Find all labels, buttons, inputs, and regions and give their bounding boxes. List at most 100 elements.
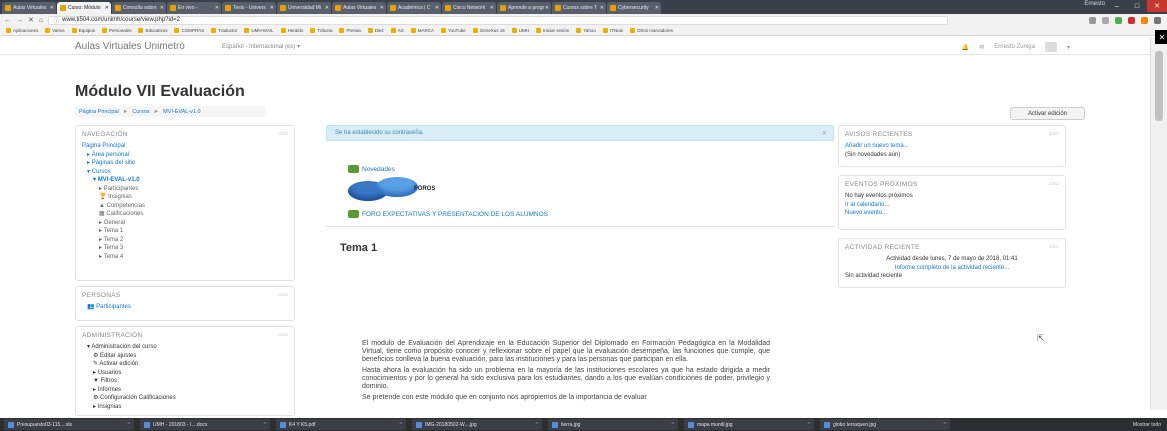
breadcrumb-item[interactable]: Página Principal [79, 109, 119, 115]
url-input[interactable]: ⓘ www.ti504.com/unimh/course/view.php?id=… [48, 15, 949, 25]
bookmark-item[interactable]: Personales [101, 28, 131, 33]
key-icon[interactable] [1089, 16, 1096, 24]
bookmark-item[interactable]: YouTube [441, 28, 466, 33]
bookmark-item[interactable]: Heraldo [280, 28, 303, 33]
chevron-up-icon[interactable]: ^ [128, 422, 130, 428]
tab-close-icon[interactable]: ✕ [600, 5, 604, 11]
tab-close-icon[interactable]: ✕ [160, 5, 164, 11]
stop-icon[interactable]: ✕ [28, 16, 34, 24]
bookmark-item[interactable]: UMH [511, 28, 529, 33]
maximize-icon[interactable]: □ [1127, 0, 1147, 12]
bookmark-item[interactable]: AS [390, 28, 404, 33]
chevron-up-icon[interactable]: ^ [264, 422, 266, 428]
filters-item[interactable]: ▼ Filtros [82, 377, 288, 386]
nav-item[interactable]: ▸ General [82, 219, 288, 228]
block-controls-icon[interactable]: ▭▭ [1049, 244, 1059, 251]
users-item[interactable]: ▸ Usuarios [82, 369, 288, 378]
bookmark-item[interactable]: COMPRAS [174, 28, 204, 33]
download-item[interactable]: K4 Y K5.pdf ^ [276, 419, 406, 430]
grades-config-item[interactable]: ⚙ Configuración Calificaciones [82, 394, 288, 403]
back-icon[interactable]: ← [4, 17, 11, 24]
bookmark-item[interactable]: Equipos [71, 28, 95, 33]
home-icon[interactable]: ⌂ [39, 17, 43, 24]
block-controls-icon[interactable]: ▭▭ [278, 131, 288, 138]
browser-tab[interactable]: Aprende a progr ✕ [497, 2, 551, 14]
browser-tab[interactable]: Aulas Virtuales ✕ [2, 2, 56, 14]
tab-close-icon[interactable]: ✕ [655, 5, 659, 11]
download-item[interactable]: Presupuesto03-115....xls ^ [4, 419, 134, 430]
extension-green-icon[interactable] [1115, 16, 1122, 24]
bookmark-item[interactable]: MARCA [410, 28, 434, 33]
download-item[interactable]: tierra.jpg ^ [548, 419, 678, 430]
bookmark-item[interactable]: Iniciar sesión [535, 28, 569, 33]
badges-item[interactable]: ▸ Insignias [82, 403, 288, 412]
nav-item[interactable]: ▲ Competencias [82, 202, 288, 211]
bookmark-item[interactable]: Traductor [211, 28, 237, 33]
edit-settings-item[interactable]: ⚙ Editar ajustes [82, 352, 288, 361]
calendar-link[interactable]: Ir al calendario... [845, 201, 1059, 210]
nav-item[interactable]: Página Principal [82, 142, 288, 151]
browser-tab[interactable]: Tesis - Univers ✕ [222, 2, 276, 14]
bookmark-item[interactable]: Prensa [339, 28, 361, 33]
edit-mode-button[interactable]: Activar edición [1010, 107, 1085, 120]
forward-icon[interactable]: → [16, 17, 23, 24]
download-item[interactable]: UMH - 201803 - I....docx ^ [140, 419, 270, 430]
chevron-up-icon[interactable]: ^ [536, 422, 538, 428]
scrollbar-thumb[interactable] [1155, 51, 1163, 121]
nav-item[interactable]: ▸ Tema 2 [82, 236, 288, 245]
browser-tab[interactable]: Académica | C ✕ [387, 2, 441, 14]
chevron-up-icon[interactable]: ^ [808, 422, 810, 428]
news-forum-link[interactable]: Novedades [348, 165, 395, 173]
browser-tab[interactable]: Cursos sobre T ✕ [552, 2, 606, 14]
menu-icon[interactable] [1154, 16, 1161, 24]
browser-tab[interactable]: Cybersecurity ✕ [607, 2, 661, 14]
nav-item[interactable]: 🏆 Insignias [82, 193, 288, 202]
bookmark-item[interactable]: Diez [367, 28, 384, 33]
tab-close-icon[interactable]: ✕ [435, 5, 439, 11]
block-controls-icon[interactable]: ▭▭ [1049, 131, 1059, 138]
nav-item[interactable]: ▾ MVI-EVAL-v1.0 [82, 176, 288, 185]
nav-item[interactable]: ▸ Área personal [82, 151, 288, 160]
bookmark-item[interactable]: Varios [45, 28, 65, 33]
new-event-link[interactable]: Nuevo evento... [845, 209, 1059, 218]
nav-item[interactable]: ▸ Tema 1 [82, 227, 288, 236]
tab-close-icon[interactable]: ✕ [215, 5, 219, 11]
browser-tab[interactable]: Universidad Mi ✕ [277, 2, 331, 14]
tab-close-icon[interactable]: ✕ [490, 5, 494, 11]
bookmark-item[interactable]: UMH-MAIL [244, 28, 274, 33]
bookmark-item[interactable]: Tribuna [310, 28, 332, 33]
bookmark-item[interactable]: Otros marcadores [629, 28, 673, 33]
nav-item[interactable]: ▦ Calificaciones [82, 210, 288, 219]
bookmark-item[interactable]: Aplicaciones [6, 28, 38, 33]
tab-close-icon[interactable]: ✕ [270, 5, 274, 11]
extension-orange-icon[interactable] [1141, 16, 1148, 24]
bookmark-item[interactable]: ITNow [602, 28, 623, 33]
tab-close-icon[interactable]: ✕ [50, 5, 54, 11]
nav-item[interactable]: ▾ Cursos [82, 168, 288, 177]
browser-tab[interactable]: Cisco Network ✕ [442, 2, 496, 14]
user-menu[interactable]: 🔔 ✉ Ernesto Zuniga ▾ [962, 42, 1070, 52]
message-icon[interactable]: ✉ [979, 44, 984, 51]
chevron-up-icon[interactable]: ^ [672, 422, 674, 428]
tab-close-icon[interactable]: ✕ [325, 5, 329, 11]
close-icon[interactable]: ✕ [1147, 0, 1167, 12]
block-controls-icon[interactable]: ▭▭ [278, 332, 288, 339]
minimize-icon[interactable]: – [1107, 0, 1127, 12]
browser-tab[interactable]: Curso: Módulo ✕ [57, 2, 111, 14]
forum-expectations-link[interactable]: FORO EXPECTATIVAS Y PRESENTACION DE LOS … [348, 210, 548, 218]
browser-tab[interactable]: En vivo - ✕ [167, 2, 221, 14]
admin-course-item[interactable]: ▾ Administración del curso [82, 343, 288, 352]
bookmark-item[interactable]: GeneXus 15 [472, 28, 505, 33]
side-close-button[interactable]: ✕ [1155, 30, 1167, 44]
tab-close-icon[interactable]: ✕ [105, 5, 109, 11]
participants-link[interactable]: 👥 Participantes [82, 303, 288, 312]
browser-tab[interactable]: Aulas Virtuales ✕ [332, 2, 386, 14]
bookmark-item[interactable]: Yahoo [576, 28, 596, 33]
nav-item[interactable]: ▸ Páginas del sitio [82, 159, 288, 168]
tab-close-icon[interactable]: ✕ [545, 5, 549, 11]
bookmark-item[interactable]: Educativos [138, 28, 167, 33]
download-item[interactable]: IMG-20180502-W....jpg ^ [412, 419, 542, 430]
language-selector[interactable]: Español - Internacional (es) ▾ [222, 43, 300, 50]
full-activity-report-link[interactable]: Informe completo de la actividad recient… [845, 264, 1059, 273]
add-topic-link[interactable]: Añadir un nuevo tema... [845, 142, 1059, 151]
